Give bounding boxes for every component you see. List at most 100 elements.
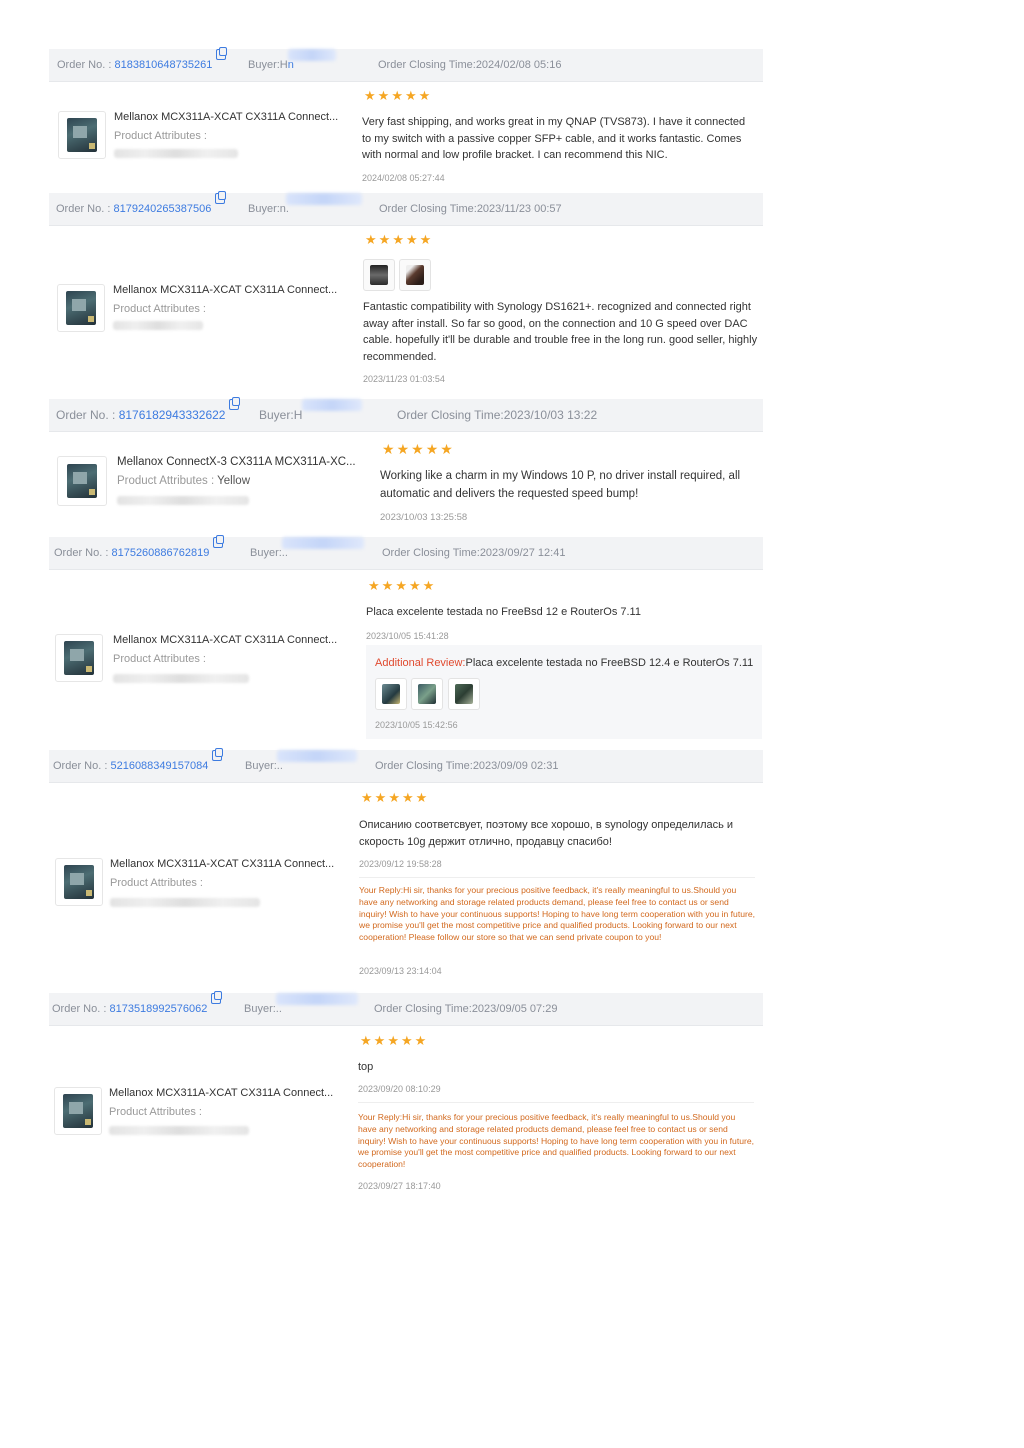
product-attributes-label: Product Attributes : xyxy=(113,303,206,315)
network-card-image xyxy=(66,291,96,325)
review-photo[interactable] xyxy=(399,259,431,291)
product-thumbnail[interactable] xyxy=(57,284,105,332)
product-attributes: Product Attributes : Yellow xyxy=(117,475,250,487)
review-date: 2023/09/20 08:10:29 xyxy=(358,1084,441,1094)
blurred-attributes xyxy=(114,149,238,158)
star-icon: ★ xyxy=(418,88,432,103)
buyer-field: Buyer:.. xyxy=(245,750,357,782)
review-photo[interactable] xyxy=(448,678,480,710)
order-number-link[interactable]: 8183810648735261 xyxy=(114,59,212,71)
seller-reply-label: Your Reply: xyxy=(359,885,404,895)
star-icon: ★ xyxy=(374,790,388,805)
product-title[interactable]: Mellanox ConnectX-3 CX311A MCX311A-XC... xyxy=(117,456,356,468)
star-rating: ★★★★★ xyxy=(365,232,433,249)
product-title[interactable]: Mellanox MCX311A-XCAT CX311A Connect... xyxy=(114,111,338,123)
blurred-attributes xyxy=(113,321,203,330)
product-thumbnail[interactable] xyxy=(55,634,103,682)
additional-review-label: Additional Review: xyxy=(375,657,466,669)
order-number-link[interactable]: 8179240265387506 xyxy=(113,203,211,215)
star-icon: ★ xyxy=(401,790,415,805)
product-attributes: Product Attributes : xyxy=(110,877,203,889)
star-icon: ★ xyxy=(387,1033,400,1048)
product-title[interactable]: Mellanox MCX311A-XCAT CX311A Connect... xyxy=(113,634,337,646)
blurred-attributes xyxy=(109,1126,249,1135)
copy-icon[interactable] xyxy=(216,47,228,60)
reply-date: 2023/09/27 18:17:40 xyxy=(358,1181,441,1191)
order-header: Order No. : 8173518992576062 Buyer:.. Or… xyxy=(49,991,763,1026)
seller-reply: Your Reply:Hi sir, thanks for your preci… xyxy=(358,1112,754,1171)
copy-icon[interactable] xyxy=(229,397,241,410)
order-number-label: Order No. : xyxy=(53,760,108,772)
blurred-attributes xyxy=(117,496,249,505)
additional-review-line: Additional Review:Placa excelente testad… xyxy=(375,655,753,672)
buyer-field: Buyer:.. xyxy=(244,993,358,1025)
star-icon: ★ xyxy=(419,232,433,247)
product-attributes: Product Attributes : xyxy=(109,1106,202,1118)
copy-icon[interactable] xyxy=(215,191,227,204)
star-rating: ★★★★★ xyxy=(360,1033,428,1050)
star-icon: ★ xyxy=(388,790,401,805)
product-title[interactable]: Mellanox MCX311A-XCAT CX311A Connect... xyxy=(110,858,334,870)
star-icon: ★ xyxy=(408,578,422,593)
star-icon: ★ xyxy=(382,441,396,457)
closing-time-field: Order Closing Time:2023/10/03 13:22 xyxy=(397,399,597,431)
order-number-link[interactable]: 8175260886762819 xyxy=(111,547,209,559)
star-icon: ★ xyxy=(378,232,392,247)
reply-divider xyxy=(358,1102,754,1103)
order-number-field: Order No. : 8175260886762819 xyxy=(54,535,225,569)
star-icon: ★ xyxy=(373,1033,387,1048)
product-attributes-label: Product Attributes : xyxy=(114,130,207,142)
order-number-field: Order No. : 8179240265387506 xyxy=(56,191,227,225)
seller-reply-text: Hi sir, thanks for your precious positiv… xyxy=(358,1112,755,1170)
review-text: Описанию соответсвует, поэтому все хорош… xyxy=(359,819,734,848)
review-photo[interactable] xyxy=(411,678,443,710)
product-thumbnail[interactable] xyxy=(55,858,103,906)
closing-time-field: Order Closing Time:2023/11/23 00:57 xyxy=(379,193,562,225)
closing-time-label: Order Closing Time: xyxy=(379,203,477,215)
buyer-field: Buyer:H n xyxy=(248,49,336,81)
buyer-field: Buyer:.. xyxy=(250,537,364,569)
additional-review-text: Placa excelente testada no FreeBSD 12.4 … xyxy=(465,657,754,669)
product-attributes-label: Product Attributes : xyxy=(117,475,215,487)
review-text: Fantastic compatibility with Synology DS… xyxy=(363,301,758,363)
order-block: Order No. : 8175260886762819 Buyer:.. Or… xyxy=(49,535,763,570)
order-number-link[interactable]: 8173518992576062 xyxy=(109,1003,207,1015)
order-header: Order No. : 8175260886762819 Buyer:.. Or… xyxy=(49,535,763,570)
review-photo[interactable] xyxy=(375,678,407,710)
closing-time-field: Order Closing Time:2024/02/08 05:16 xyxy=(378,49,561,81)
star-icon: ★ xyxy=(377,88,391,103)
closing-time-value: 2023/09/27 12:41 xyxy=(479,547,566,559)
product-title[interactable]: Mellanox MCX311A-XCAT CX311A Connect... xyxy=(113,284,337,296)
order-number-link[interactable]: 5216088349157084 xyxy=(110,760,208,772)
star-icon: ★ xyxy=(360,1033,373,1048)
order-number-field: Order No. : 8183810648735261 xyxy=(57,47,228,81)
order-block: Order No. : 8179240265387506 Buyer:n. Or… xyxy=(49,191,763,226)
copy-icon[interactable] xyxy=(213,535,225,548)
order-number-link[interactable]: 8176182943332622 xyxy=(119,408,226,422)
order-header: Order No. : 8183810648735261 Buyer:H n Or… xyxy=(49,47,763,82)
star-icon: ★ xyxy=(391,88,404,103)
product-attributes: Product Attributes : xyxy=(113,653,206,665)
closing-time-label: Order Closing Time: xyxy=(382,547,480,559)
star-icon: ★ xyxy=(422,578,436,593)
seller-reply: Your Reply:Hi sir, thanks for your preci… xyxy=(359,885,755,944)
copy-icon[interactable] xyxy=(211,991,223,1004)
review-date: 2023/10/03 13:25:58 xyxy=(380,512,468,523)
review-photo[interactable] xyxy=(363,259,395,291)
review-date: 2023/10/05 15:41:28 xyxy=(366,631,449,641)
copy-icon[interactable] xyxy=(212,748,224,761)
product-attributes-label: Product Attributes : xyxy=(110,877,203,889)
star-rating: ★★★★★ xyxy=(364,88,432,105)
product-thumbnail[interactable] xyxy=(54,1087,102,1135)
product-thumbnail[interactable] xyxy=(58,111,106,159)
network-card-image xyxy=(67,464,97,498)
product-title[interactable]: Mellanox MCX311A-XCAT CX311A Connect... xyxy=(109,1087,333,1099)
star-icon: ★ xyxy=(415,790,429,805)
product-thumbnail[interactable] xyxy=(57,456,107,506)
order-number-field: Order No. : 5216088349157084 xyxy=(53,748,224,782)
order-number-label: Order No. : xyxy=(57,59,112,71)
order-number-label: Order No. : xyxy=(56,408,116,422)
star-icon: ★ xyxy=(395,578,408,593)
review-text: Working like a charm in my Windows 10 P,… xyxy=(380,470,741,500)
star-icon: ★ xyxy=(392,232,405,247)
